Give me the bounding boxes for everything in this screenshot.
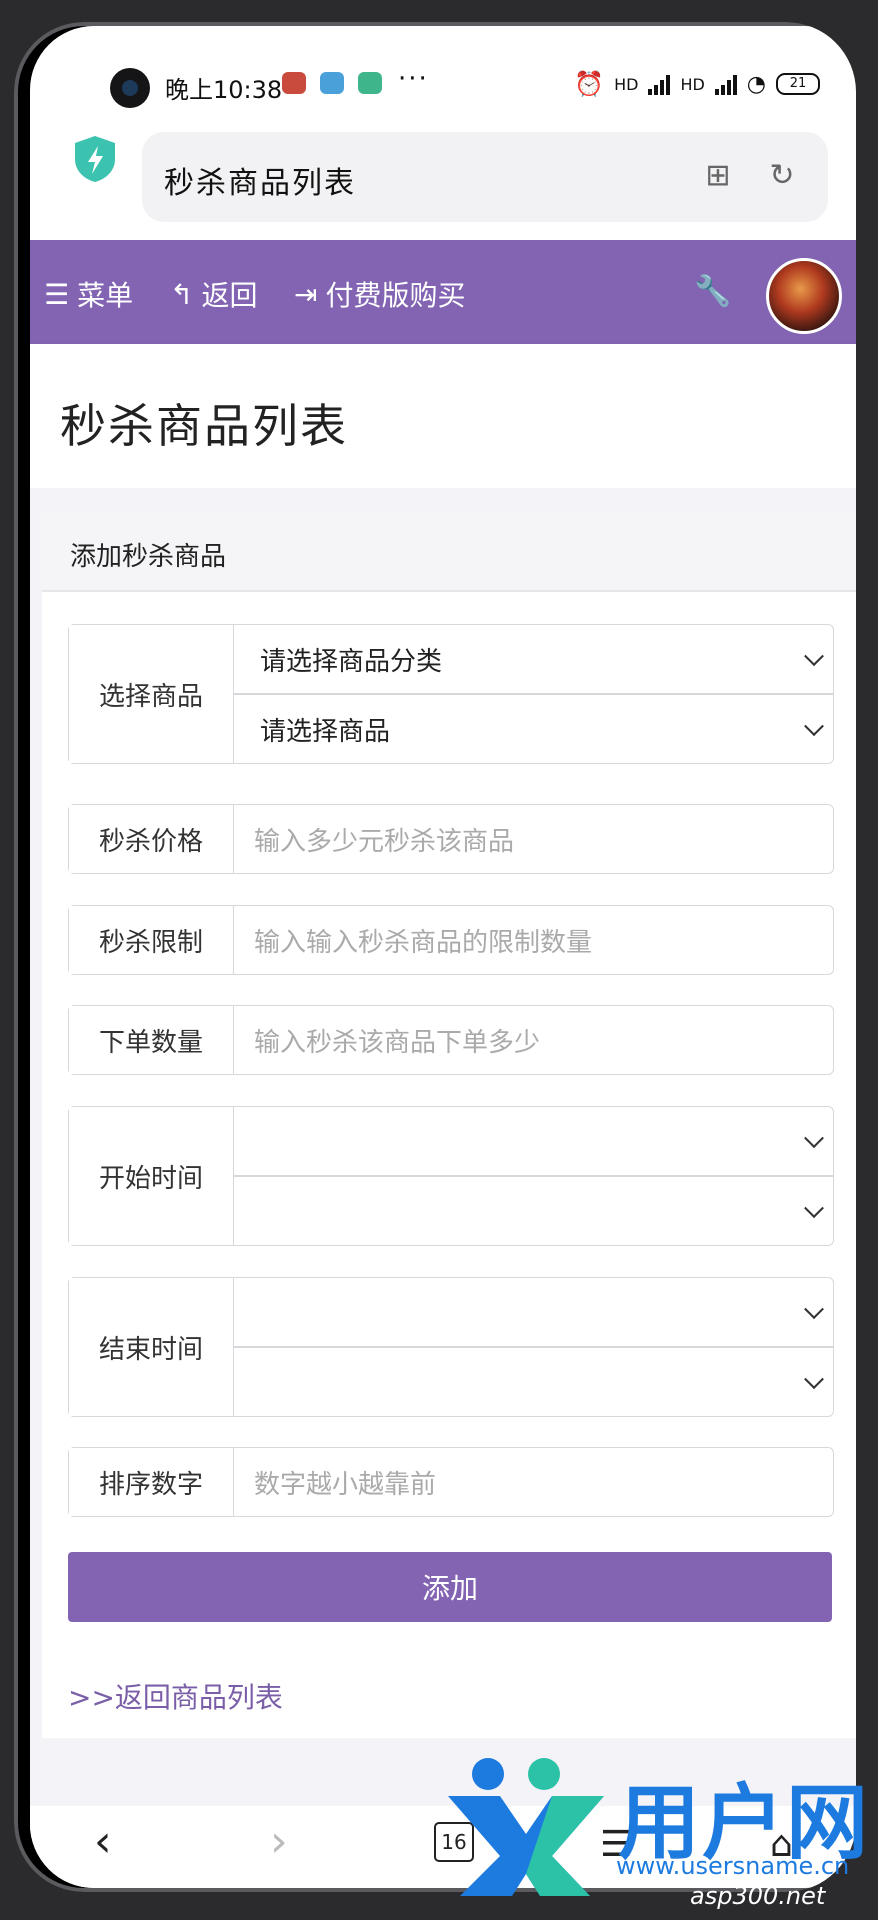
sign-out-icon: ⇥ bbox=[294, 277, 318, 311]
card-header: 添加秒杀商品 bbox=[42, 512, 856, 592]
app-notification-icon bbox=[282, 72, 306, 94]
select-product-group: 选择商品 请选择商品分类 请选择商品 bbox=[68, 624, 834, 764]
add-button[interactable]: 添加 bbox=[68, 1552, 832, 1622]
start-time-group: 开始时间 bbox=[68, 1106, 834, 1246]
limit-input[interactable]: 输入输入秒杀商品的限制数量 bbox=[234, 906, 833, 974]
reply-arrow-icon: ↰ bbox=[170, 277, 194, 311]
back-label: 返回 bbox=[201, 279, 258, 312]
end-time-label: 结束时间 bbox=[69, 1278, 234, 1416]
chevron-down-icon bbox=[804, 716, 824, 737]
forward-nav-icon[interactable]: › bbox=[270, 1816, 288, 1867]
start-hour-select[interactable] bbox=[234, 1175, 833, 1245]
start-date-select[interactable] bbox=[234, 1107, 833, 1175]
sort-group: 排序数字 数字越小越靠前 bbox=[68, 1447, 834, 1517]
watermark-url: www.usersname.cn bbox=[616, 1852, 850, 1880]
buy-label: 付费版购买 bbox=[325, 279, 466, 312]
wrench-icon[interactable]: 🔧 bbox=[694, 274, 731, 309]
page-title: 秒杀商品列表 bbox=[60, 399, 348, 453]
cloud-notification-icon bbox=[320, 72, 344, 94]
cloud-notification-icon bbox=[358, 72, 382, 94]
end-hour-select[interactable] bbox=[234, 1346, 833, 1416]
reload-icon[interactable]: ↻ bbox=[764, 158, 800, 194]
chevron-down-icon bbox=[804, 1128, 824, 1149]
chevron-down-icon bbox=[804, 646, 824, 667]
main-content: 添加秒杀商品 选择商品 请选择商品分类 请选择商品 秒杀价格 输入多少元秒杀该商… bbox=[30, 488, 856, 1838]
add-product-card: 添加秒杀商品 选择商品 请选择商品分类 请选择商品 秒杀价格 输入多少元秒杀该商… bbox=[42, 512, 856, 1738]
chevron-down-icon bbox=[804, 1299, 824, 1320]
order-qty-input[interactable]: 输入秒杀该商品下单多少 bbox=[234, 1006, 833, 1074]
sort-label: 排序数字 bbox=[69, 1448, 234, 1516]
shield-icon[interactable] bbox=[72, 134, 118, 184]
back-nav-icon[interactable]: ‹ bbox=[94, 1816, 112, 1867]
sort-input[interactable]: 数字越小越靠前 bbox=[234, 1448, 833, 1516]
notification-icons bbox=[282, 72, 382, 94]
chevron-down-icon bbox=[804, 1198, 824, 1219]
price-label: 秒杀价格 bbox=[69, 805, 234, 873]
back-button[interactable]: ↰ 返回 bbox=[170, 274, 257, 314]
chevron-down-icon bbox=[804, 1369, 824, 1390]
watermark-logo: 用户网 www.usersname.cn asp300.net bbox=[440, 1756, 870, 1916]
product-select-value: 请选择商品 bbox=[260, 716, 391, 747]
watermark-mark-icon bbox=[448, 1758, 604, 1896]
end-time-group: 结束时间 bbox=[68, 1277, 834, 1417]
menu-button[interactable]: ☰ 菜单 bbox=[44, 274, 133, 314]
screen: 晚上10:38 ··· ⏰ HD HD ◔ 21 秒杀商品列表 ⊞ ↻ ☰ 菜单… bbox=[30, 26, 856, 1888]
avatar[interactable] bbox=[766, 258, 842, 334]
address-title: 秒杀商品列表 bbox=[164, 166, 356, 201]
category-select-value: 请选择商品分类 bbox=[260, 646, 443, 677]
status-right: ⏰ HD HD ◔ 21 bbox=[574, 70, 820, 98]
category-select[interactable]: 请选择商品分类 bbox=[234, 625, 833, 693]
back-to-list-link[interactable]: >>返回商品列表 bbox=[68, 1676, 283, 1716]
limit-group: 秒杀限制 输入输入秒杀商品的限制数量 bbox=[68, 905, 834, 975]
signal-label: HD bbox=[614, 74, 639, 94]
site-navbar: ☰ 菜单 ↰ 返回 ⇥ 付费版购买 🔧 bbox=[30, 240, 856, 344]
product-select[interactable]: 请选择商品 bbox=[234, 693, 833, 763]
menu-label: 菜单 bbox=[77, 279, 134, 312]
order-qty-group: 下单数量 输入秒杀该商品下单多少 bbox=[68, 1005, 834, 1075]
end-date-select[interactable] bbox=[234, 1278, 833, 1346]
signal-bars-icon bbox=[648, 73, 671, 95]
address-bar[interactable]: 秒杀商品列表 ⊞ ↻ bbox=[142, 132, 828, 222]
hamburger-icon: ☰ bbox=[44, 277, 70, 311]
start-time-label: 开始时间 bbox=[69, 1107, 234, 1245]
price-group: 秒杀价格 输入多少元秒杀该商品 bbox=[68, 804, 834, 874]
wifi-icon: ◔ bbox=[746, 71, 766, 97]
order-qty-label: 下单数量 bbox=[69, 1006, 234, 1074]
status-time: 晚上10:38 bbox=[165, 76, 283, 104]
alarm-icon: ⏰ bbox=[574, 70, 605, 98]
price-input[interactable]: 输入多少元秒杀该商品 bbox=[234, 805, 833, 873]
watermark-url-2: asp300.net bbox=[690, 1882, 826, 1910]
status-bar: 晚上10:38 ··· ⏰ HD HD ◔ 21 bbox=[30, 26, 856, 116]
card-title: 添加秒杀商品 bbox=[70, 542, 227, 572]
limit-label: 秒杀限制 bbox=[69, 906, 234, 974]
battery-icon: 21 bbox=[776, 73, 820, 95]
add-bookmark-icon[interactable]: ⊞ bbox=[700, 158, 736, 194]
camera-cutout bbox=[110, 68, 150, 108]
signal-label: HD bbox=[680, 74, 705, 94]
select-product-label: 选择商品 bbox=[69, 625, 234, 763]
signal-bars-icon bbox=[714, 73, 737, 95]
page-header: 秒杀商品列表 bbox=[30, 344, 856, 488]
phone-frame: 晚上10:38 ··· ⏰ HD HD ◔ 21 秒杀商品列表 ⊞ ↻ ☰ 菜单… bbox=[14, 22, 856, 1892]
more-notifications-icon: ··· bbox=[398, 64, 429, 94]
buy-pro-button[interactable]: ⇥ 付费版购买 bbox=[294, 274, 465, 314]
